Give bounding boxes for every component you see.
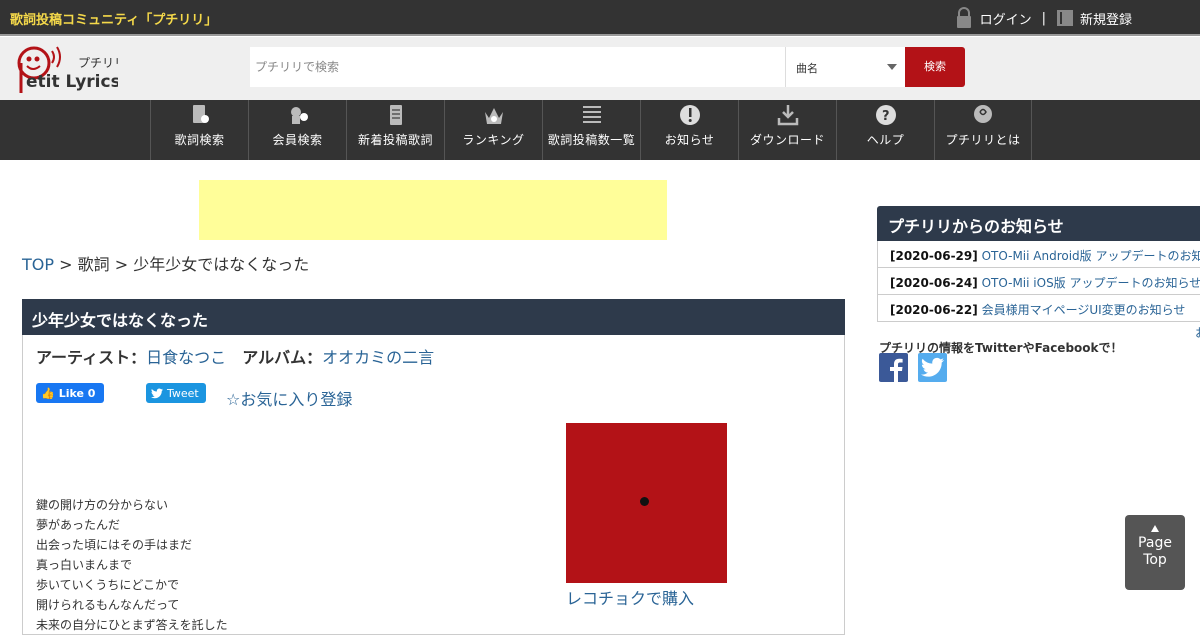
facebook-icon[interactable] [879,353,908,382]
logo-kana: プチリリ [78,56,118,70]
login-link[interactable]: ログイン [980,9,1032,28]
logo-wordmark: etit Lyrics [26,72,118,92]
download-icon [777,105,798,126]
news-more-link[interactable]: お [1195,324,1200,341]
tweet-button[interactable]: Tweet [146,383,206,403]
lyric-line: 開けられるもんなんだって [36,598,180,612]
album-label: アルバム： [242,348,323,367]
lyric-line: 鍵の開け方の分からない [36,498,169,512]
page-top-line1: Page [1138,535,1172,551]
news-item: [2020-06-29] OTO-Mii Android版 アップデートのお知ら… [878,241,1200,268]
member-search-icon [290,107,308,124]
account-area: ログイン | 新規登録 [956,7,1132,29]
twitter-icon[interactable] [918,353,947,382]
lyric-line: 真っ白いまんまで [36,558,133,572]
exclamation-icon [679,105,700,125]
lyrics-text: 鍵の開け方の分からない 夢があったんだ 出会った頃にはその手はまだ 真っ白いまん… [36,495,228,635]
search-input[interactable] [250,47,785,87]
news-date: [2020-06-29] [890,249,978,263]
breadcrumb-separator: > [109,255,134,274]
lyric-line: 夢があったんだ [36,518,121,532]
news-link[interactable]: 会員様用マイページUI変更のお知らせ [982,303,1186,317]
nav-item-about[interactable]: プチリリとは [934,100,1032,160]
list-icon [582,106,601,123]
lyric-line: 歩いていくうちにどこかで [36,578,180,592]
news-heading: プチリリからのお知らせ [877,206,1200,241]
lyric-line: 未来の自分にひとまず答えを託した [36,618,228,632]
register-book-icon [1056,10,1073,26]
breadcrumb-lyrics: 歌詞 [77,255,110,274]
sns-text: プチリリの情報をTwitterやFacebookで！ [879,341,1123,355]
nav-item-ranking[interactable]: ランキング [444,100,542,160]
news-link[interactable]: OTO-Mii Android版 アップデートのお知らせ [982,249,1200,263]
news-date: [2020-06-22] [890,303,978,317]
petitlyrics-icon [974,105,992,123]
ad-banner[interactable] [199,180,667,240]
album-jacket-image[interactable] [566,423,727,583]
new-lyrics-icon [389,105,402,125]
nav-item-download[interactable]: ダウンロード [738,100,836,160]
search-button[interactable]: 検索 [905,47,965,87]
like-label: Like 0 [58,386,96,400]
arrow-up-icon [1151,525,1159,532]
nav-item-lyrics-count[interactable]: 歌詞投稿数一覧 [542,100,640,160]
nav-label: プチリリとは [945,133,1021,147]
site-title: 歌詞投稿コミュニティ「プチリリ」 [10,13,218,28]
breadcrumb-current: 少年少女ではなくなった [133,255,310,274]
breadcrumb-top-link[interactable]: TOP [22,255,54,274]
svg-text:?: ? [881,109,889,124]
news-date: [2020-06-24] [890,276,978,290]
page-top-line2: Top [1143,552,1167,568]
breadcrumb: TOP > 歌詞 > 少年少女ではなくなった [22,251,309,275]
search-type-value: 曲名 [796,62,818,75]
main-nav: 歌詞検索 会員検索 新着投稿歌詞 ランキング 歌詞投稿数一覧 お知らせ ダウンロ… [0,100,1200,160]
nav-label: 新着投稿歌詞 [357,133,433,147]
petit-lyrics-logo[interactable]: プチリリ etit Lyrics [14,41,118,95]
song-title: 少年少女ではなくなった [22,299,845,335]
lyrics-search-icon [192,105,209,123]
nav-label: 歌詞投稿数一覧 [547,133,636,147]
news-item: [2020-06-22] 会員様用マイページUI変更のお知らせ [878,295,1200,322]
nav-label: ダウンロード [749,133,825,147]
tweet-label: Tweet [167,386,199,400]
nav-label: お知らせ [664,133,715,147]
lyric-panel: アーティスト：日食なつこ アルバム：オオカミの二言 👍 Like 0 Tweet… [22,335,845,635]
nav-item-lyrics-search[interactable]: 歌詞検索 [150,100,248,160]
recochoku-buy-link[interactable]: レコチョクで購入 [566,585,694,609]
breadcrumb-separator: > [54,255,78,274]
album-link[interactable]: オオカミの二言 [322,348,434,367]
lyric-line: 出会った頃にはその手はまだ [36,538,193,552]
question-icon: ? [875,105,896,125]
nav-item-member-search[interactable]: 会員検索 [248,100,346,160]
twitter-bird-icon [151,387,163,398]
news-link[interactable]: OTO-Mii iOS版 アップデートのお知らせ [982,276,1200,290]
nav-item-news[interactable]: お知らせ [640,100,738,160]
nav-label: ランキング [462,133,525,147]
separator: | [1041,10,1046,26]
lock-icon [956,7,971,28]
thumbs-up-icon: 👍 [41,386,55,400]
artist-label: アーティスト： [36,348,147,367]
nav-label: ヘルプ [866,133,905,147]
song-meta: アーティスト：日食なつこ アルバム：オオカミの二言 [36,344,434,368]
page-top-button[interactable]: Page Top [1125,515,1185,590]
top-bar: 歌詞投稿コミュニティ「プチリリ」 ログイン | 新規登録 [0,0,1200,36]
news-item: [2020-06-24] OTO-Mii iOS版 アップデートのお知らせ [878,268,1200,295]
search-type-select[interactable]: 曲名 [785,47,905,87]
nav-label: 歌詞検索 [174,133,225,147]
nav-label: 会員検索 [272,133,323,147]
register-link[interactable]: 新規登録 [1080,9,1132,28]
nav-item-help[interactable]: ? ヘルプ [836,100,934,160]
nav-item-new-lyrics[interactable]: 新着投稿歌詞 [346,100,444,160]
chevron-down-icon [887,64,897,70]
news-list: [2020-06-29] OTO-Mii Android版 アップデートのお知ら… [877,241,1200,322]
artist-link[interactable]: 日食なつこ [146,348,226,367]
crown-icon [484,108,503,124]
facebook-like-button[interactable]: 👍 Like 0 [36,383,104,403]
favorite-link[interactable]: ☆お気に入り登録 [226,386,352,410]
header: プチリリ etit Lyrics 曲名 検索 [0,37,1200,100]
